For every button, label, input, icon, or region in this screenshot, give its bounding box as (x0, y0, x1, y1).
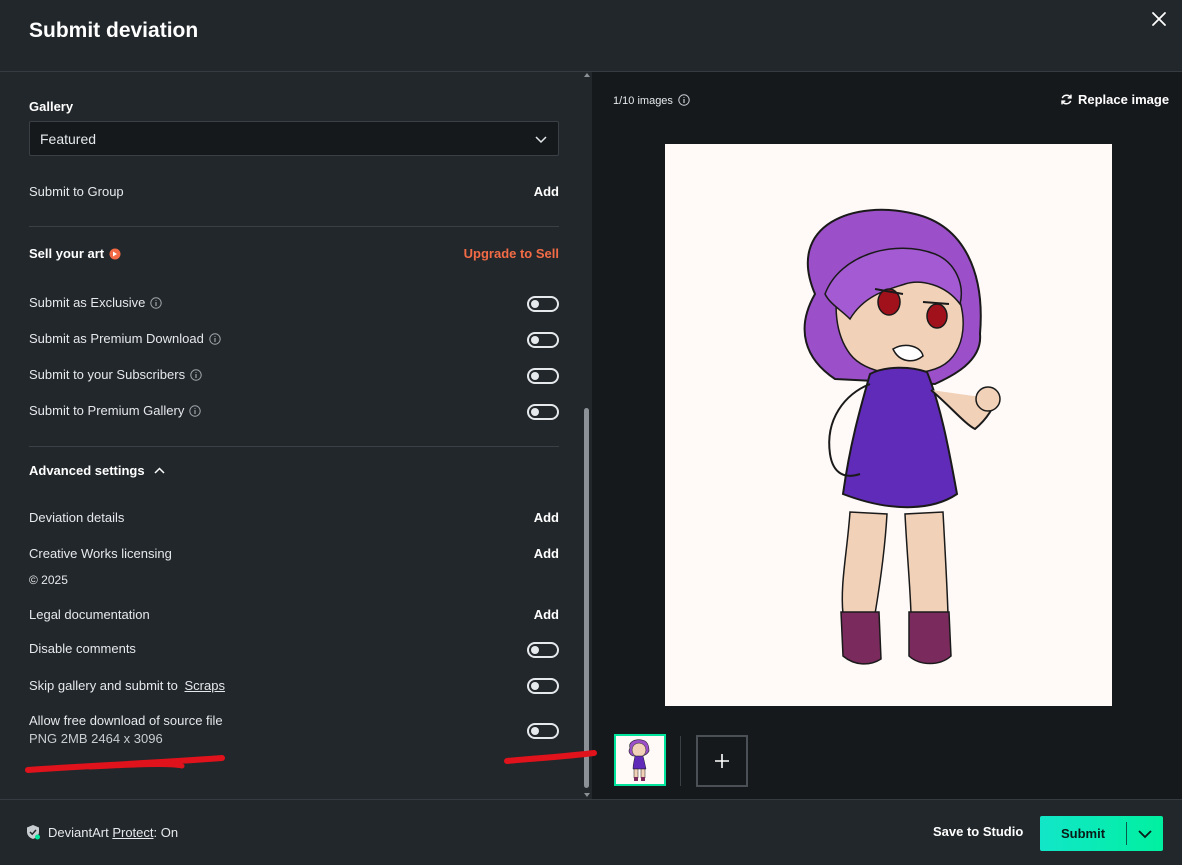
brand-name: DeviantArt (48, 824, 109, 840)
dialog-title: Submit deviation (29, 19, 199, 42)
subscribers-toggle[interactable] (527, 368, 559, 384)
sell-your-art-heading: Sell your art (29, 246, 121, 261)
image-thumbnail[interactable] (614, 734, 666, 786)
toggle-row-premium-download: Submit as Premium Download (29, 331, 221, 346)
chevron-up-icon (154, 467, 165, 474)
submit-button[interactable]: Submit (1040, 816, 1126, 851)
free-download-toggle[interactable] (527, 723, 559, 739)
settings-panel: Gallery Featured Submit to Group Add Sel… (0, 72, 592, 799)
toggle-row-subscribers: Submit to your Subscribers (29, 367, 202, 382)
core-badge-icon (109, 248, 121, 259)
image-count: 1/10 images (613, 94, 690, 107)
divider (29, 226, 559, 227)
submit-options-button[interactable] (1127, 816, 1163, 851)
add-image-button[interactable] (696, 735, 748, 787)
info-icon[interactable] (190, 369, 202, 381)
character-illustration (803, 208, 1001, 665)
protect-status: DeviantArt Protect: On (25, 824, 178, 840)
deviation-details-label: Deviation details (29, 510, 125, 525)
settings-scrollbar[interactable] (583, 72, 590, 799)
gallery-select-value: Featured (40, 131, 97, 147)
dialog-header: Submit deviation (0, 0, 1182, 72)
divider (29, 446, 559, 447)
gallery-select[interactable]: Featured (29, 121, 559, 156)
scroll-down-arrow-icon[interactable] (584, 792, 590, 798)
creative-works-label: Creative Works licensing (29, 546, 172, 561)
premium-download-toggle[interactable] (527, 332, 559, 348)
skip-gallery-label: Skip gallery and submit to Scraps (29, 678, 225, 693)
info-icon[interactable] (189, 405, 202, 417)
save-to-studio-button[interactable]: Save to Studio (933, 824, 1023, 839)
submit-group-label: Submit to Group (29, 184, 124, 199)
toggle-row-premium-gallery: Submit to Premium Gallery (29, 403, 202, 418)
chevron-down-icon (1138, 829, 1152, 838)
free-download-label: Allow free download of source file (29, 713, 223, 728)
chevron-down-icon (535, 136, 547, 144)
thumbnail-divider (680, 736, 681, 786)
legal-documentation-label: Legal documentation (29, 607, 150, 622)
submit-group-add-button[interactable]: Add (534, 184, 559, 199)
advanced-settings-label: Advanced settings (29, 463, 145, 478)
info-icon[interactable] (150, 297, 163, 309)
copyright-text: © 2025 (29, 573, 68, 587)
legal-documentation-add-button[interactable]: Add (534, 607, 559, 622)
close-button[interactable] (1146, 6, 1172, 32)
skip-gallery-toggle[interactable] (527, 678, 559, 694)
sell-your-art-label: Sell your art (29, 246, 105, 261)
submit-button-group: Submit (1040, 816, 1163, 851)
info-icon[interactable] (678, 94, 690, 106)
scraps-link[interactable]: Scraps (184, 678, 224, 693)
replace-image-button[interactable]: Replace image (1060, 92, 1169, 107)
gallery-label: Gallery (29, 99, 74, 114)
plus-icon (715, 754, 729, 768)
toggle-row-exclusive: Submit as Exclusive (29, 295, 163, 310)
scrollbar-thumb[interactable] (584, 408, 589, 788)
upgrade-to-sell-link[interactable]: Upgrade to Sell (464, 246, 559, 261)
creative-works-add-button[interactable]: Add (534, 546, 559, 561)
file-info-text: PNG 2MB 2464 x 3096 (29, 731, 163, 746)
disable-comments-toggle[interactable] (527, 642, 559, 658)
scroll-up-arrow-icon[interactable] (584, 72, 590, 78)
shield-check-icon (27, 825, 40, 840)
close-icon (1152, 12, 1166, 26)
disable-comments-label: Disable comments (29, 641, 136, 656)
protect-link[interactable]: Protect (112, 825, 153, 840)
artwork-preview (665, 144, 1112, 706)
preview-panel: 1/10 images Replace image (592, 72, 1182, 799)
protect-status-value: : On (153, 824, 179, 840)
premium-gallery-toggle[interactable] (527, 404, 559, 420)
info-icon[interactable] (209, 333, 221, 345)
exclusive-toggle[interactable] (527, 296, 559, 312)
refresh-icon (1061, 94, 1072, 105)
advanced-settings-toggle[interactable]: Advanced settings (29, 463, 166, 478)
dialog-footer: DeviantArt Protect: On Save to Studio Su… (0, 799, 1182, 865)
deviation-details-add-button[interactable]: Add (534, 510, 559, 525)
thumbnail-illustration (628, 739, 650, 781)
